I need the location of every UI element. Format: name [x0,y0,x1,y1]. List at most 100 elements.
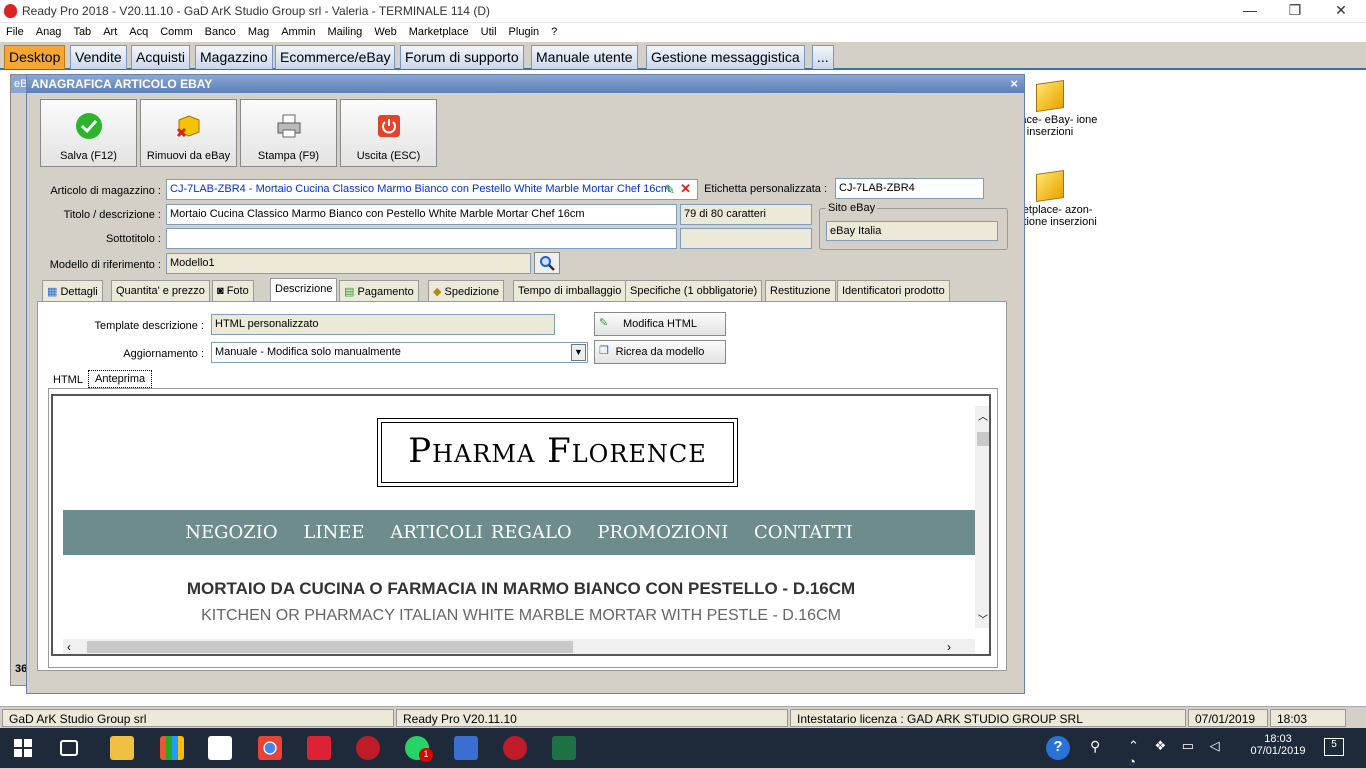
window-title: Ready Pro 2018 - V20.11.10 - GaD ArK Stu… [22,4,490,18]
model-search-button[interactable] [534,252,560,274]
tab-desktop[interactable]: Desktop [4,45,66,69]
exit-button[interactable]: Uscita (ESC) [340,99,437,167]
menu-anag[interactable]: Anag [30,23,68,42]
money-icon: ▤ [344,286,358,298]
readypro-strawberry-icon-2[interactable] [503,736,527,760]
whatsapp-badge: 1 [419,748,433,762]
people-icon[interactable]: ⚲ [1090,738,1100,755]
notification-icon[interactable]: 5 [1324,738,1344,756]
menu-ammin[interactable]: Ammin [275,23,321,42]
tab-pagamento-label: Pagamento [357,286,414,298]
title-bar: Ready Pro 2018 - V20.11.10 - GaD ArK Stu… [0,0,1366,23]
tab-descrizione[interactable]: Descrizione [270,278,338,303]
vertical-scrollbar[interactable]: ︿ ﹀ [975,406,989,628]
menu-banco[interactable]: Banco [199,23,242,42]
tab-acquisti[interactable]: Acquisti [131,45,191,69]
vertical-scroll-thumb[interactable] [977,432,989,446]
tab-foto-label: Foto [226,285,249,297]
tab-spedizione[interactable]: ◆ Spedizione [428,280,504,302]
tab-imballaggio[interactable]: Tempo di imballaggio [513,280,627,302]
status-date: 07/01/2019 [1188,709,1268,727]
remove-ebay-button[interactable]: Rimuovi da eBay [140,99,237,167]
article-field[interactable]: CJ-7LAB-ZBR4 - Mortaio Cucina Classico M… [166,179,698,200]
tab-specifiche[interactable]: Specifiche (1 obbligatorie) [625,280,763,302]
subtitle-label: Sottotitolo : [105,233,161,245]
scroll-left-icon[interactable]: ‹ [67,640,71,654]
chrome-icon[interactable] [258,736,282,760]
menu-comm[interactable]: Comm [154,23,198,42]
tab-html[interactable]: HTML [48,371,88,389]
save-button[interactable]: Salva (F12) [40,99,137,167]
tab-manuale[interactable]: Manuale utente [531,45,638,69]
taskbar: 1 ? ⚲ ⌃ ❖ ▭ ◁ ◔ 18:03 07/01/2019 5 [0,728,1366,769]
print-button[interactable]: Stampa (F9) [240,99,337,167]
excel-icon[interactable] [552,736,576,760]
nav-promozioni[interactable]: PROMOZIONI [597,522,728,543]
tab-anteprima[interactable]: Anteprima [88,370,153,388]
article-label: Articolo di magazzino : [50,185,161,197]
file-explorer-icon[interactable] [110,736,134,760]
nav-articoli-regalo[interactable]: ARTICOLI REGALO [390,522,571,543]
tab-ecommerce-ebay[interactable]: Ecommerce/eBay [275,45,396,69]
recreate-button[interactable]: ❐ Ricrea da modello [594,340,726,364]
menu-file[interactable]: File [0,23,30,42]
subtitle-field[interactable] [166,228,677,249]
minimize-button[interactable]: — [1235,2,1265,18]
menu-web[interactable]: Web [368,23,402,42]
tab-vendite[interactable]: Vendite [70,45,127,69]
tab-identificatori[interactable]: Identificatori prodotto [837,280,950,302]
menu-art[interactable]: Art [97,23,123,42]
task-view-icon[interactable] [60,740,78,756]
tab-foto[interactable]: ◙ Foto [212,280,254,302]
tab-magazzino[interactable]: Magazzino [195,45,273,69]
site-field: eBay Italia [826,221,998,241]
product-heading: MORTAIO DA CUCINA O FARMACIA IN MARMO BI… [186,579,856,598]
custom-label-label: Etichetta personalizzata : [704,183,827,195]
tab-dettagli[interactable]: ▦ Dettagli [42,280,103,302]
tab-pagamento[interactable]: ▤ Pagamento [339,280,419,302]
power-icon [378,115,400,137]
menu-acq[interactable]: Acq [123,23,154,42]
taskbar-clock[interactable]: 18:03 07/01/2019 [1248,733,1308,757]
tab-more[interactable]: ... [812,45,834,69]
remote-desktop-icon[interactable] [454,736,478,760]
amazon-icon[interactable] [208,736,232,760]
nav-negozio[interactable]: NEGOZIO [185,522,277,543]
custom-label-field[interactable]: CJ-7LAB-ZBR4 [835,178,984,199]
scroll-up-icon[interactable]: ︿ [978,408,988,423]
menu-tab[interactable]: Tab [67,23,97,42]
menu-marketplace[interactable]: Marketplace [403,23,475,42]
mail-icon[interactable] [307,736,331,760]
taskbar-time: 18:03 [1264,733,1292,745]
nav-linee[interactable]: LINEE [303,522,364,543]
chevron-down-icon[interactable]: ▼ [571,344,586,361]
readypro-strawberry-icon[interactable] [356,736,380,760]
menu-mailing[interactable]: Mailing [321,23,368,42]
restore-button[interactable]: ❐ [1280,2,1310,19]
scroll-down-icon[interactable]: ﹀ [978,611,988,626]
tab-restituzione[interactable]: Restituzione [765,280,836,302]
system-tray-icons[interactable]: ⌃ ❖ ▭ ◁ ◔ [1128,738,1238,769]
box-icon [1036,170,1064,202]
menu-util[interactable]: Util [475,23,503,42]
menu-mag[interactable]: Mag [242,23,275,42]
scroll-right-icon[interactable]: › [947,640,951,654]
menu-help[interactable]: ? [545,23,563,42]
whatsapp-icon[interactable]: 1 [405,736,433,762]
tab-forum[interactable]: Forum di supporto [400,45,524,69]
pencil-icon[interactable]: ✎ [664,182,675,198]
nav-contatti[interactable]: CONTATTI [754,522,853,543]
horizontal-scroll-thumb[interactable] [87,641,573,653]
tab-messaggistica[interactable]: Gestione messaggistica [646,45,805,69]
dialog-close-button[interactable]: × [1010,76,1018,91]
title-field[interactable]: Mortaio Cucina Classico Marmo Bianco con… [166,204,677,225]
help-icon[interactable]: ? [1046,736,1070,760]
menu-plugin[interactable]: Plugin [503,23,546,42]
store-icon[interactable] [160,736,184,760]
update-select[interactable]: Manuale - Modifica solo manualmente ▼ [211,342,588,363]
close-window-button[interactable]: ✕ [1326,2,1356,19]
windows-start-icon[interactable] [14,739,32,757]
horizontal-scrollbar[interactable]: ‹ › [63,639,975,654]
edit-html-button[interactable]: ✎ Modifica HTML [594,312,726,336]
tab-quantita[interactable]: Quantita' e prezzo [111,280,210,302]
